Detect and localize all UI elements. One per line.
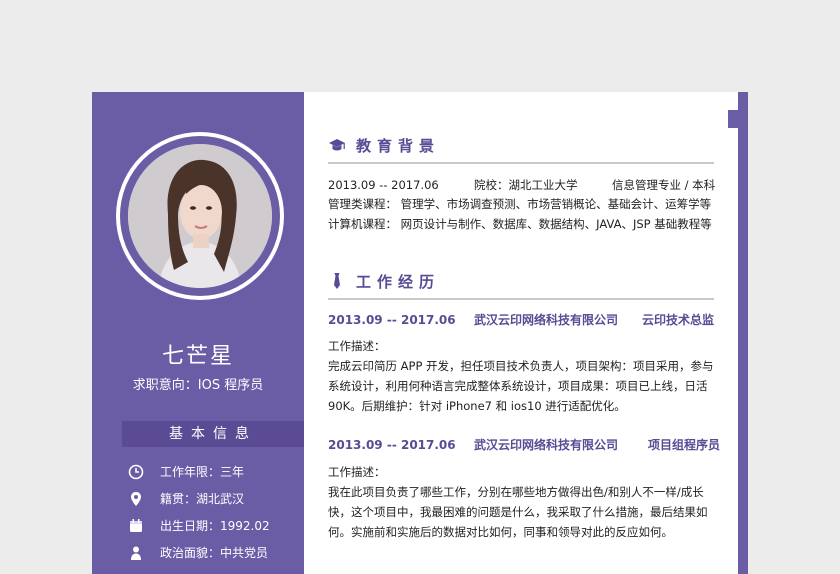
job-2-desc-label: 工作描述：	[328, 465, 386, 479]
job-1-period: 2013.09 -- 2017.06	[328, 313, 456, 327]
edu-courses-mgmt: 管理类课程： 管理学、市场调查预测、市场营销概论、基础会计、运筹学等	[328, 197, 712, 211]
job-2-role: 项目组程序员	[648, 438, 721, 452]
job-1-desc-label: 工作描述：	[328, 339, 386, 353]
job-2-period: 2013.09 -- 2017.06	[328, 438, 456, 452]
edu-period: 2013.09 -- 2017.06	[328, 178, 439, 192]
clock-icon	[128, 464, 144, 480]
graduation-cap-icon	[328, 136, 346, 154]
job-1-desc-line: 系统设计，利用何种语言完成整体系统设计，项目成果：项目已上线，日活	[328, 379, 708, 393]
tie-icon	[328, 272, 346, 290]
job-2-header: 2013.09 -- 2017.06 武汉云印网络科技有限公司 项目组程序员	[328, 436, 728, 454]
photo-frame	[116, 132, 284, 300]
main-content: 教育背景 2013.09 -- 2017.06 院校：湖北工业大学 信息管理专业…	[304, 92, 742, 574]
edu-courses-cs: 计算机课程： 网页设计与制作、数据库、数据结构、JAVA、JSP 基础教程等	[328, 217, 712, 231]
edu-school: 院校：湖北工业大学	[474, 178, 578, 192]
calendar-icon	[128, 518, 144, 534]
basic-info-title: 基本信息	[169, 426, 257, 442]
location-icon	[128, 491, 144, 507]
education-title: 教育背景	[356, 137, 441, 155]
resume-sheet: 七芒星 求职意向：IOS 程序员 基本信息 工作年限：三年 籍贯：湖北武汉 出生…	[92, 92, 742, 574]
candidate-name: 七芒星	[161, 344, 234, 369]
job-1-header: 2013.09 -- 2017.06 武汉云印网络科技有限公司 云印技术总监	[328, 311, 728, 329]
job-1-role: 云印技术总监	[642, 313, 715, 327]
job-1-company: 武汉云印网络科技有限公司	[474, 313, 619, 327]
info-work-years: 工作年限：三年	[160, 465, 245, 479]
job-2-desc-line: 快，这个项目中，我最困难的问题是什么，我采取了什么措施，最后结果如	[328, 505, 708, 519]
experience-divider	[328, 298, 714, 300]
education-divider	[328, 162, 714, 164]
info-birthdate: 出生日期：1992.02	[160, 519, 270, 533]
edu-major: 信息管理专业 / 本科	[612, 178, 716, 192]
job-1-desc-line: 完成云印简历 APP 开发，担任项目技术负责人，项目架构：项目采用，参与	[328, 359, 714, 373]
job-1-desc-line: 90K。后期维护：针对 iPhone7 和 ios10 进行适配优化。	[328, 399, 626, 413]
sidebar: 七芒星 求职意向：IOS 程序员 基本信息 工作年限：三年 籍贯：湖北武汉 出生…	[92, 92, 304, 574]
job-intent: 求职意向：IOS 程序员	[132, 378, 264, 393]
basic-info-header: 基本信息	[122, 421, 304, 447]
decor-strip	[738, 122, 748, 574]
job-2-desc-line: 我在此项目负责了哪些工作，分别在哪些地方做得出色/和别人不一样/成长	[328, 485, 704, 499]
info-hometown: 籍贯：湖北武汉	[160, 492, 245, 506]
job-2-company: 武汉云印网络科技有限公司	[474, 438, 619, 452]
info-political: 政治面貌：中共党员	[160, 546, 269, 560]
experience-title: 工作经历	[356, 273, 441, 291]
job-2-desc-line: 何。实施前和实施后的数据对比如何，同事和领导对此的反应如何。	[328, 525, 673, 539]
avatar	[128, 144, 272, 288]
person-icon	[128, 545, 144, 561]
